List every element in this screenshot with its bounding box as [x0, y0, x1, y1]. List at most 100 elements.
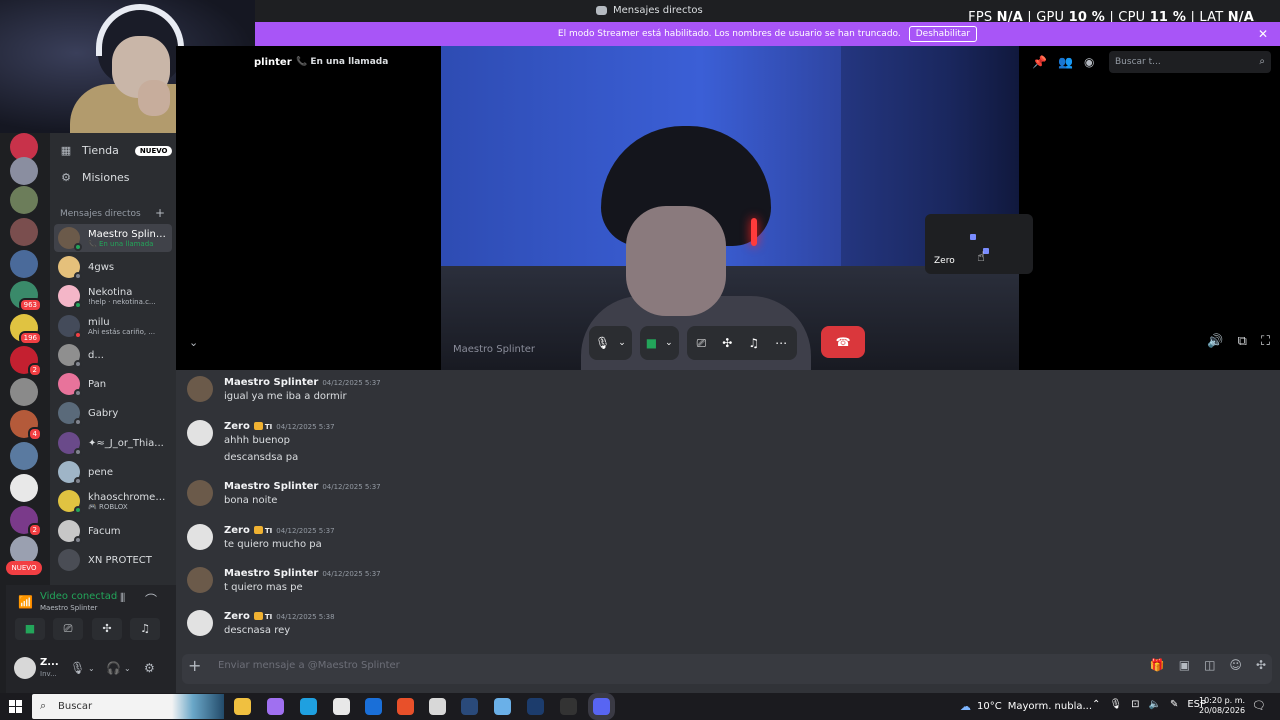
- file-explorer-icon[interactable]: [234, 698, 251, 715]
- sticker-icon[interactable]: ◫: [1204, 658, 1215, 672]
- server-icon[interactable]: [10, 378, 38, 406]
- screenshare-button[interactable]: ⎚: [53, 618, 83, 640]
- steam-icon[interactable]: [527, 698, 544, 715]
- profile-icon[interactable]: ◉: [1084, 55, 1094, 69]
- avatar[interactable]: [187, 420, 213, 446]
- author-name[interactable]: Zero: [224, 611, 250, 622]
- app-icon[interactable]: [494, 698, 511, 715]
- chevron-up-icon[interactable]: ⌃: [1092, 699, 1100, 710]
- chevron-down-icon[interactable]: ⌄: [665, 338, 673, 348]
- server-icon[interactable]: 2: [10, 346, 42, 377]
- voice-status[interactable]: Video conectado: [40, 591, 118, 602]
- dm-item[interactable]: 4gws: [54, 253, 172, 281]
- dm-item[interactable]: pene: [54, 458, 172, 486]
- avatar[interactable]: [187, 376, 213, 402]
- add-friend-icon[interactable]: 👥: [1058, 55, 1073, 69]
- author-name[interactable]: Zero: [224, 421, 250, 432]
- app-icon[interactable]: [429, 698, 446, 715]
- gear-icon[interactable]: ⚙: [144, 661, 155, 675]
- nav-store[interactable]: ▦ Tienda NUEVO: [60, 144, 173, 157]
- clock[interactable]: 10:20 p. m. 20/08/2026: [1199, 696, 1245, 716]
- author-name[interactable]: Maestro Splinter: [224, 377, 318, 388]
- network-icon[interactable]: ⊡: [1131, 699, 1139, 710]
- chevron-down-icon[interactable]: ⌄: [124, 664, 131, 673]
- gift-icon[interactable]: 🎁: [1150, 658, 1165, 672]
- camera-button[interactable]: ■: [15, 618, 45, 640]
- taskbar-search[interactable]: ⌕ Buscar: [32, 694, 224, 719]
- fullscreen-icon[interactable]: ⛶: [1261, 334, 1270, 349]
- author-name[interactable]: Zero: [224, 525, 250, 536]
- pop-out-icon[interactable]: ⧉: [1238, 334, 1247, 349]
- message-placeholder[interactable]: Enviar mensaje a @Maestro Splinter: [218, 660, 400, 671]
- dm-item[interactable]: Pan: [54, 370, 172, 398]
- search-input[interactable]: Buscar t... ⌕: [1109, 51, 1271, 73]
- dm-item[interactable]: Gabry: [54, 399, 172, 427]
- store-icon[interactable]: [333, 698, 350, 715]
- add-attachment-icon[interactable]: +: [188, 656, 201, 675]
- edge-icon[interactable]: [300, 698, 317, 715]
- activities-button[interactable]: ✣: [92, 618, 122, 640]
- microphone-icon[interactable]: 🎙: [1109, 699, 1122, 710]
- server-icon[interactable]: [10, 250, 38, 278]
- volume-icon[interactable]: 🔊: [1207, 334, 1223, 349]
- dm-item[interactable]: Facum: [54, 517, 172, 545]
- dm-item[interactable]: Maestro Splinter 📞 En una llamada: [54, 224, 172, 252]
- steam-icon[interactable]: [461, 698, 478, 715]
- noise-suppression-icon[interactable]: ⦀: [120, 591, 125, 606]
- pin-icon[interactable]: 📌: [1032, 55, 1047, 69]
- disable-streamer-button[interactable]: Deshabilitar: [908, 26, 978, 42]
- dm-item[interactable]: XN PROTECT: [54, 546, 172, 574]
- nav-quests[interactable]: ⚙ Misiones: [60, 171, 129, 184]
- server-icon[interactable]: [10, 157, 38, 185]
- avatar[interactable]: [14, 657, 36, 679]
- mic-control[interactable]: 🎙 ⌄: [589, 326, 632, 360]
- start-icon[interactable]: [9, 700, 22, 713]
- server-icon[interactable]: [10, 442, 38, 470]
- server-icon[interactable]: [10, 218, 38, 246]
- mail-icon[interactable]: [365, 698, 382, 715]
- participant-tile[interactable]: ☝ Zero: [925, 214, 1033, 274]
- server-icon[interactable]: [10, 474, 38, 502]
- camera-icon[interactable]: ■: [646, 336, 657, 350]
- server-icon[interactable]: 4: [10, 410, 42, 441]
- chevron-down-icon[interactable]: ⌄: [618, 338, 626, 348]
- server-icon[interactable]: 2: [10, 506, 42, 537]
- video-feed[interactable]: Maestro Splinter: [441, 46, 1019, 370]
- obs-icon[interactable]: [560, 698, 577, 715]
- soundboard-button[interactable]: ♫: [130, 618, 160, 640]
- copilot-icon[interactable]: [267, 698, 284, 715]
- chevron-down-icon[interactable]: ⌄: [189, 336, 198, 349]
- emoji-icon[interactable]: ☺: [1229, 658, 1242, 672]
- add-dm-icon[interactable]: +: [155, 206, 165, 220]
- headphones-icon[interactable]: 🎧: [106, 661, 121, 675]
- avatar[interactable]: [187, 524, 213, 550]
- chevron-down-icon[interactable]: ⌄: [88, 664, 95, 673]
- microphone-icon[interactable]: 🎙: [595, 336, 610, 350]
- avatar[interactable]: [187, 567, 213, 593]
- soundboard-icon[interactable]: ♫: [748, 336, 759, 350]
- camera-control[interactable]: ■ ⌄: [639, 326, 679, 360]
- speaker-icon[interactable]: 🔈: [1148, 699, 1160, 710]
- more-icon[interactable]: ⋯: [775, 336, 787, 350]
- gif-icon[interactable]: ▣: [1179, 658, 1190, 672]
- notification-icon[interactable]: 🗨: [1252, 699, 1266, 712]
- weather-widget[interactable]: ☁ 10°C Mayorm. nubla...: [960, 700, 1092, 713]
- dm-item[interactable]: Nekotina !help · nekotina.c...: [54, 282, 172, 310]
- discord-icon[interactable]: [593, 698, 610, 715]
- dm-item[interactable]: ✦≈_J_or_Thia...: [54, 429, 172, 457]
- server-icon[interactable]: 963: [10, 281, 42, 312]
- dm-item[interactable]: khaoschrome ... 🎮 ROBLOX: [54, 487, 172, 515]
- author-name[interactable]: Maestro Splinter: [224, 568, 318, 579]
- author-name[interactable]: Maestro Splinter: [224, 481, 318, 492]
- avatar[interactable]: [187, 610, 213, 636]
- brave-icon[interactable]: [397, 698, 414, 715]
- server-icon[interactable]: [10, 186, 38, 214]
- hang-up-button[interactable]: ☎: [821, 326, 866, 358]
- microphone-icon[interactable]: 🎙: [70, 661, 85, 675]
- apps-icon[interactable]: ✣: [1256, 658, 1266, 672]
- screenshare-icon[interactable]: ⎚: [697, 336, 707, 351]
- activities-icon[interactable]: ✣: [722, 336, 732, 350]
- disconnect-icon[interactable]: ⌒: [145, 591, 157, 608]
- dm-item[interactable]: milu Ahi estás cariño, ...: [54, 312, 172, 340]
- server-icon[interactable]: 196: [10, 314, 42, 345]
